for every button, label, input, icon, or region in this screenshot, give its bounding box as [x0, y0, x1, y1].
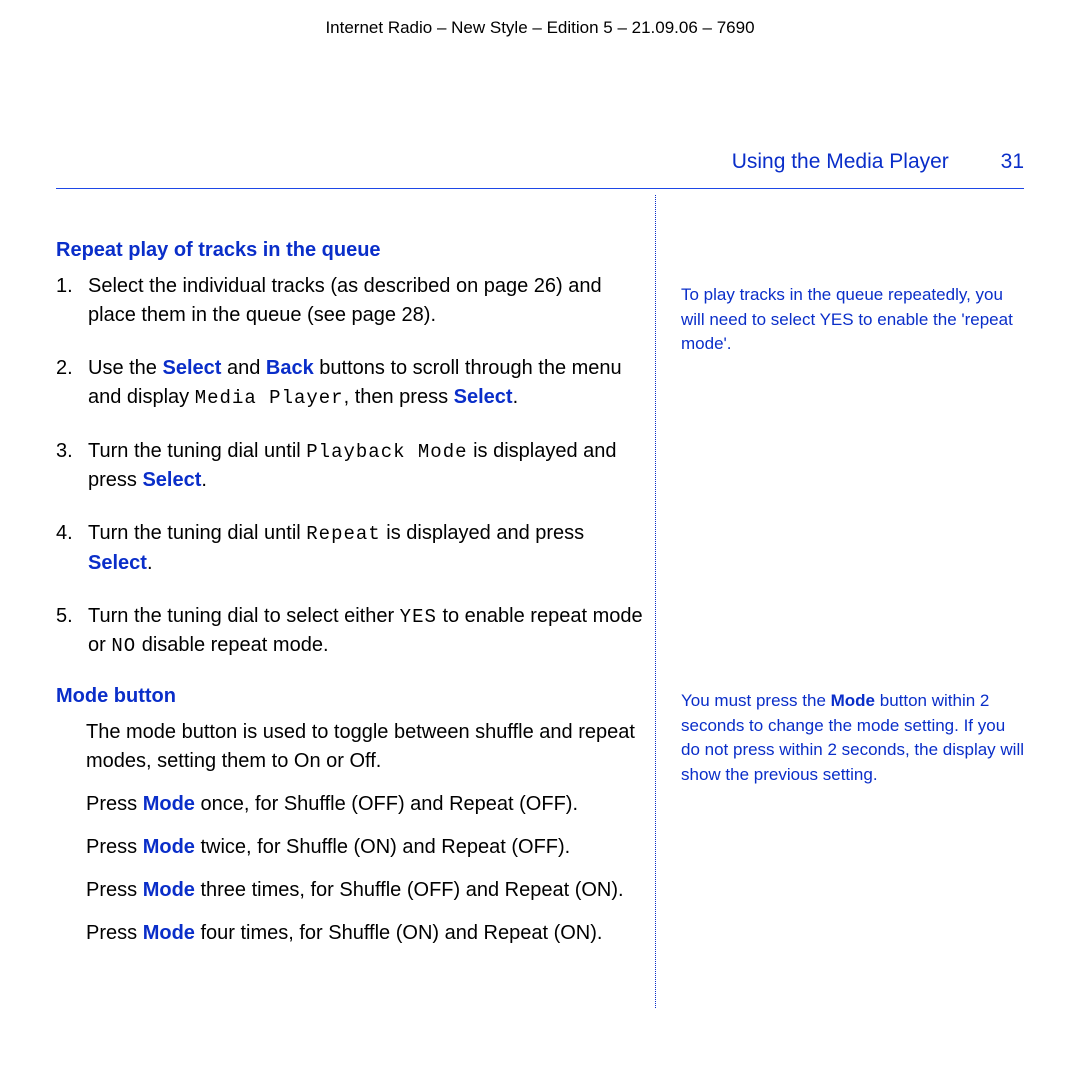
text: Turn the tuning dial until: [88, 522, 306, 544]
text: once, for Shuffle (OFF) and Repeat (OFF)…: [195, 793, 578, 815]
mode-press-2: Press Mode twice, for Shuffle (ON) and R…: [86, 833, 647, 862]
text: and: [221, 357, 265, 379]
doc-header: Internet Radio – New Style – Edition 5 –…: [0, 0, 1080, 38]
lcd-yes: YES: [400, 606, 437, 628]
text: Press: [86, 922, 143, 944]
text: Press: [86, 793, 143, 815]
kw-select: Select: [162, 357, 221, 379]
step-4: Turn the tuning dial until Repeat is dis…: [56, 519, 647, 578]
heading-mode-button: Mode button: [56, 685, 647, 708]
main-column: Repeat play of tracks in the queue Selec…: [56, 195, 656, 1008]
text: Press: [86, 836, 143, 858]
kw-select: Select: [88, 552, 147, 574]
text: Press: [86, 879, 143, 901]
running-head: Using the Media Player 31: [732, 150, 1024, 174]
text: Use the: [88, 357, 162, 379]
mode-press-3: Press Mode three times, for Shuffle (OFF…: [86, 876, 647, 905]
section-name: Using the Media Player: [732, 150, 949, 173]
side-column: To play tracks in the queue repeatedly, …: [656, 195, 1024, 1008]
step-3: Turn the tuning dial until Playback Mode…: [56, 437, 647, 496]
steps-list: Select the individual tracks (as describ…: [56, 272, 647, 661]
kw-mode: Mode: [143, 836, 195, 858]
text: four times, for Shuffle (ON) and Repeat …: [195, 922, 603, 944]
kw-select: Select: [454, 386, 513, 408]
mode-press-1: Press Mode once, for Shuffle (OFF) and R…: [86, 790, 647, 819]
mode-press-4: Press Mode four times, for Shuffle (ON) …: [86, 919, 647, 948]
step-1: Select the individual tracks (as describ…: [56, 272, 647, 330]
step-5: Turn the tuning dial to select either YE…: [56, 602, 647, 661]
lcd-playback-mode: Playback Mode: [306, 441, 467, 463]
kw-back: Back: [266, 357, 314, 379]
header-rule: [56, 188, 1024, 189]
sidenote-mode: You must press the Mode button within 2 …: [681, 689, 1024, 788]
text: disable repeat mode.: [136, 634, 328, 656]
kw-mode: Mode: [143, 793, 195, 815]
kw-mode: Mode: [831, 691, 875, 710]
lcd-repeat: Repeat: [306, 523, 380, 545]
kw-select: Select: [142, 469, 201, 491]
mode-intro: The mode button is used to toggle betwee…: [86, 718, 647, 776]
text: is displayed and press: [381, 522, 584, 544]
text: twice, for Shuffle (ON) and Repeat (OFF)…: [195, 836, 570, 858]
heading-repeat-play: Repeat play of tracks in the queue: [56, 239, 647, 262]
kw-mode: Mode: [143, 879, 195, 901]
text: .: [147, 552, 153, 574]
lcd-media-player: Media Player: [195, 387, 344, 409]
kw-mode: Mode: [143, 922, 195, 944]
text: Turn the tuning dial until: [88, 440, 306, 462]
text: three times, for Shuffle (OFF) and Repea…: [195, 879, 624, 901]
text: You must press the: [681, 691, 831, 710]
text: Turn the tuning dial to select either: [88, 605, 400, 627]
step-2: Use the Select and Back buttons to scrol…: [56, 354, 647, 413]
sidenote-repeat: To play tracks in the queue repeatedly, …: [681, 283, 1024, 357]
page-number: 31: [1001, 150, 1024, 173]
text: .: [201, 469, 207, 491]
text: .: [513, 386, 519, 408]
text: , then press: [344, 386, 454, 408]
lcd-no: NO: [111, 635, 136, 657]
